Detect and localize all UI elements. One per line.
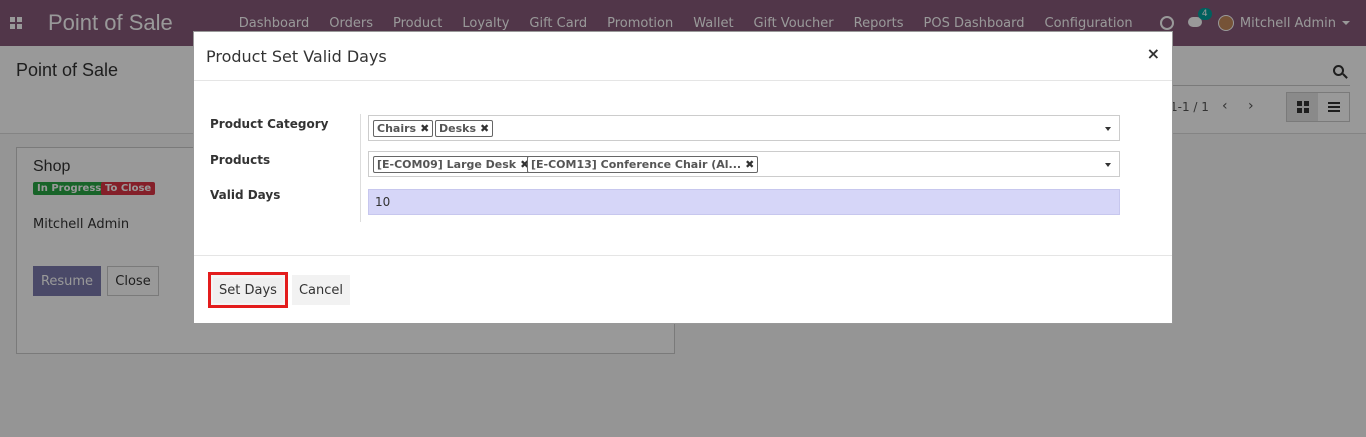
category-tag-label: Chairs (377, 122, 417, 135)
modal-title: Product Set Valid Days (206, 47, 387, 66)
category-tag: Desks ✖ (435, 120, 494, 137)
dropdown-caret-icon[interactable] (1105, 127, 1111, 131)
valid-days-input[interactable]: 10 (368, 189, 1120, 215)
form-divider (360, 114, 361, 222)
remove-tag-icon[interactable]: ✖ (480, 122, 489, 135)
dropdown-caret-icon[interactable] (1105, 163, 1111, 167)
category-tag: Chairs ✖ (373, 120, 434, 137)
product-tag: [E-COM09] Large Desk ✖ (373, 156, 534, 173)
product-category-label: Product Category (210, 117, 329, 131)
products-label: Products (210, 153, 271, 167)
product-tag-label: [E-COM13] Conference Chair (Al... (531, 158, 742, 171)
modal-footer: Set Days Cancel (194, 255, 1172, 324)
valid-days-label: Valid Days (210, 188, 281, 202)
set-days-label: Set Days (213, 277, 283, 303)
remove-tag-icon[interactable]: ✖ (420, 122, 429, 135)
set-days-button[interactable]: Set Days (208, 272, 288, 308)
cancel-button[interactable]: Cancel (292, 275, 350, 305)
set-valid-days-dialog: Product Set Valid Days × Product Categor… (193, 31, 1173, 324)
modal-header: Product Set Valid Days × (194, 32, 1172, 81)
products-field[interactable]: [E-COM09] Large Desk ✖ [E-COM13] Conferen… (368, 151, 1120, 177)
product-tag: [E-COM13] Conference Chair (Al... ✖ (527, 156, 759, 173)
product-category-field[interactable]: Chairs ✖ Desks ✖ (368, 115, 1120, 141)
category-tag-label: Desks (439, 122, 477, 135)
valid-days-form: Product Category Products Valid Days Cha… (210, 114, 1160, 224)
remove-tag-icon[interactable]: ✖ (745, 158, 754, 171)
close-icon[interactable]: × (1147, 44, 1160, 63)
product-tag-label: [E-COM09] Large Desk (377, 158, 517, 171)
